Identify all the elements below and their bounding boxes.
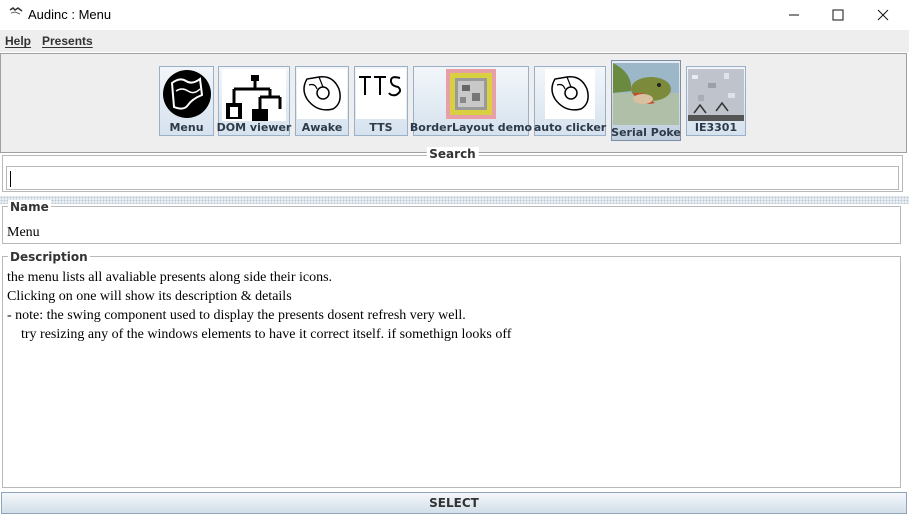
name-label: Name [8,200,51,214]
window-title: Audinc : Menu [28,7,112,22]
title-bar: Audinc : Menu [0,0,909,30]
tool-label: Menu [169,121,204,134]
description-line: Clicking on one will show its descriptio… [7,289,292,304]
noise-pattern-icon [446,69,496,119]
description-group: Description the menu lists all avaliable… [2,250,901,488]
tool-borderlayout-demo[interactable]: BorderLayout demo [409,66,533,136]
mouse-sketch-icon [297,69,347,119]
close-icon [877,9,889,21]
menu-globe-icon [162,70,211,118]
menu-bar: Help Presents [0,30,909,52]
description-label: Description [8,250,90,264]
menu-help[interactable]: Help [5,34,31,48]
tool-label: TTS [369,121,393,134]
fish-photo-icon [613,63,679,125]
search-label: Search [426,147,479,161]
name-group: Name Menu [2,200,901,244]
minimize-button[interactable] [771,0,817,30]
maximize-button[interactable] [815,0,861,30]
static-noise-icon [688,69,744,121]
tool-awake[interactable]: Awake [295,66,349,136]
tool-label: Serial Poke [611,126,681,139]
search-group: Search [2,147,903,192]
tool-label: Awake [301,121,343,134]
tool-label: BorderLayout demo [409,121,533,134]
description-line: try resizing any of the windows elements… [7,327,512,342]
tool-label: DOM viewer [216,121,292,134]
tool-menu[interactable]: Menu [159,66,214,136]
mouse-sketch-icon [545,69,595,119]
tool-auto-clicker[interactable]: auto clicker [534,66,606,136]
tts-text-icon [356,69,406,119]
presents-toolbar: Menu DOM viewer Awake TTS BorderLayout d… [0,53,907,153]
maximize-icon [832,9,844,21]
description-line: - note: the swing component used to disp… [7,308,466,323]
tool-ie3301[interactable]: IE3301 [686,66,746,136]
tree-diagram-icon [222,69,286,121]
minimize-icon [789,14,799,16]
tool-dom-viewer[interactable]: DOM viewer [216,66,292,136]
description-line: the menu lists all avaliable presents al… [7,270,333,285]
tool-label: IE3301 [694,121,738,134]
tool-tts[interactable]: TTS [354,66,408,136]
split-pane-divider[interactable] [0,196,909,204]
select-button[interactable]: SELECT [1,492,907,514]
menu-presents[interactable]: Presents [42,34,93,48]
name-value: Menu [7,225,40,240]
app-icon [9,7,23,15]
close-button[interactable] [860,0,906,30]
text-caret [10,171,11,187]
tool-serial-poke[interactable]: Serial Poke [611,60,681,141]
description-text: the menu lists all avaliable presents al… [7,268,887,344]
tool-label: auto clicker [533,121,607,134]
search-input[interactable] [6,166,899,190]
